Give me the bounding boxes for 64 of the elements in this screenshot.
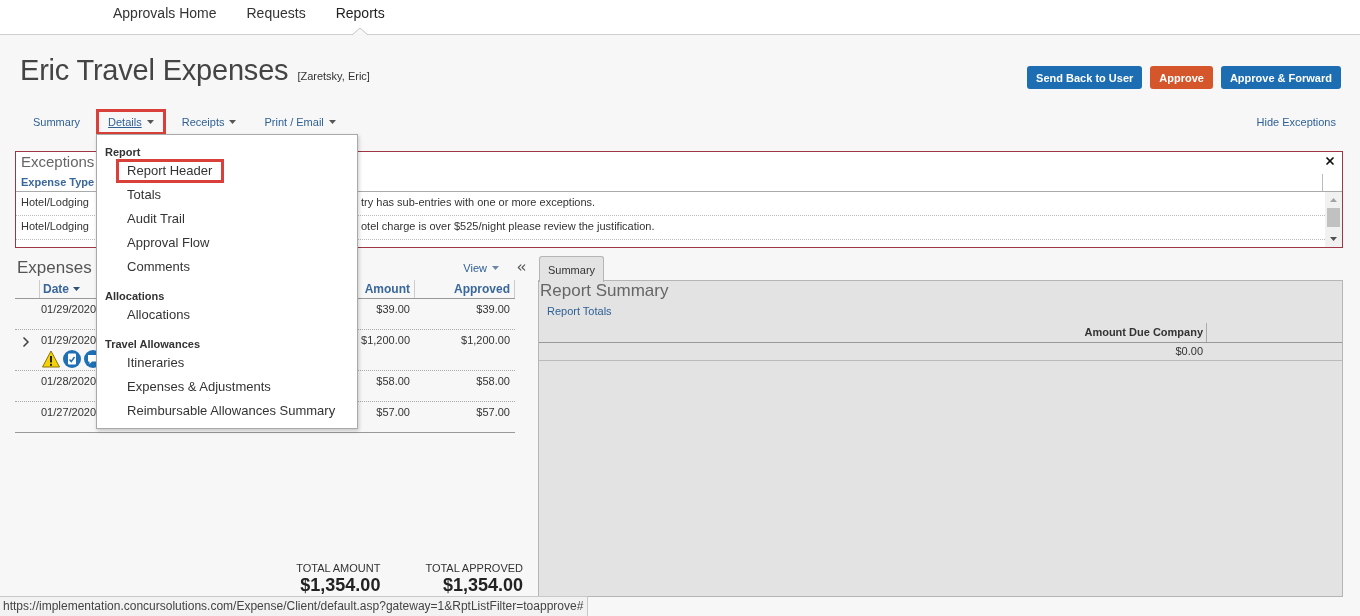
amount-cell-text: $58.00 (376, 375, 411, 388)
date-cell: 01/27/2020 (41, 406, 97, 419)
nav-tab[interactable]: Requests (234, 0, 318, 35)
amount-cell-text: $1,200.00 (361, 334, 411, 347)
exception-message: otel charge is over $525/night please review the justification. (361, 220, 655, 234)
column-header[interactable]: Amount (315, 280, 415, 298)
menu-item[interactable]: Allocations (116, 303, 202, 327)
nav-tab[interactable]: Reports (323, 0, 397, 35)
warning-icon (42, 350, 60, 368)
menu-item[interactable]: Report Header (116, 159, 225, 183)
menu-item[interactable]: Audit Trail (116, 207, 197, 231)
column-header[interactable]: Expense Type (21, 173, 95, 191)
total-value: $1,354.00 (442, 575, 523, 595)
approved-amount-cell-text: $39.00 (476, 303, 511, 316)
column-header[interactable]: Approved (415, 280, 515, 298)
report-tab[interactable]: Receipts (169, 109, 249, 135)
date-cell: 01/29/2020 (41, 303, 97, 316)
menu-group-heading: Allocations (105, 289, 165, 303)
receipt-icon (63, 350, 81, 368)
menu-item[interactable]: Totals (116, 183, 174, 207)
panel-tab[interactable]: Summary (539, 256, 605, 282)
view-menu-link[interactable]: View (463, 261, 499, 274)
action-button[interactable]: Approve & Forward (1220, 66, 1341, 89)
report-tab[interactable]: Print / Email (252, 109, 348, 135)
caret-icon (492, 265, 499, 270)
nav-tab[interactable]: Approvals Home (101, 0, 229, 35)
menu-group-heading: Report (105, 145, 141, 159)
expense-type-cell-text: Hotel/Lodging (21, 220, 89, 234)
exceptions-title: Exceptions (21, 152, 95, 171)
amount-due-cell-text: $0.00 (1175, 344, 1203, 359)
approved-amount-cell-text: $57.00 (476, 406, 511, 419)
report-title: Eric Travel Expenses (20, 53, 289, 88)
menu-item[interactable]: Approval Flow (116, 231, 222, 255)
total-value: $1,354.00 (300, 575, 381, 595)
report-owner: [Zaretsky, Eric] (297, 70, 370, 82)
menu-item[interactable]: Comments (116, 255, 202, 279)
total-label: TOTAL APPROVED (425, 562, 523, 575)
menu-item[interactable]: Reimbursable Allowances Summary (116, 399, 348, 423)
action-button[interactable]: Send Back to User (1027, 66, 1143, 89)
approved-amount-cell-text: $1,200.00 (461, 334, 511, 347)
amount-cell-text: $57.00 (376, 406, 411, 419)
menu-group-heading: Travel Allowances (105, 337, 201, 351)
hide-exceptions-link[interactable]: Hide Exceptions (1256, 116, 1336, 128)
amount-cell-text: $39.00 (376, 303, 411, 316)
column-header: Amount Due Company (1076, 323, 1207, 342)
menu-item[interactable]: Itineraries (116, 351, 197, 375)
total-label: TOTAL AMOUNT (296, 562, 381, 575)
column-header[interactable]: Date (39, 280, 97, 298)
date-cell: 01/29/2020 (41, 334, 97, 347)
scrollbar[interactable] (1325, 192, 1342, 247)
report-tab[interactable]: Summary (21, 109, 93, 135)
close-button[interactable] (1324, 155, 1336, 167)
menu-item[interactable]: Expenses & Adjustments (116, 375, 283, 399)
expenses-title: Expenses (17, 256, 92, 279)
date-cell: 01/28/2020 (41, 375, 97, 388)
sort-caret-icon (73, 287, 80, 291)
report-totals-link[interactable]: Report Totals (547, 304, 612, 318)
action-button[interactable]: Approve (1150, 66, 1213, 89)
collapse-button[interactable] (515, 261, 528, 274)
status-bar-url: https://implementation.concursolutions.com/Expense/Client/default.asp?gateway=1&RptListFilter=toapprove# (0, 596, 589, 616)
approved-amount-cell-text: $58.00 (476, 375, 511, 388)
report-summary-title: Report Summary (539, 281, 669, 301)
exception-message: try has sub-entries with one or more exceptions. (361, 196, 596, 210)
expense-type-cell-text: Hotel/Lodging (21, 196, 89, 210)
